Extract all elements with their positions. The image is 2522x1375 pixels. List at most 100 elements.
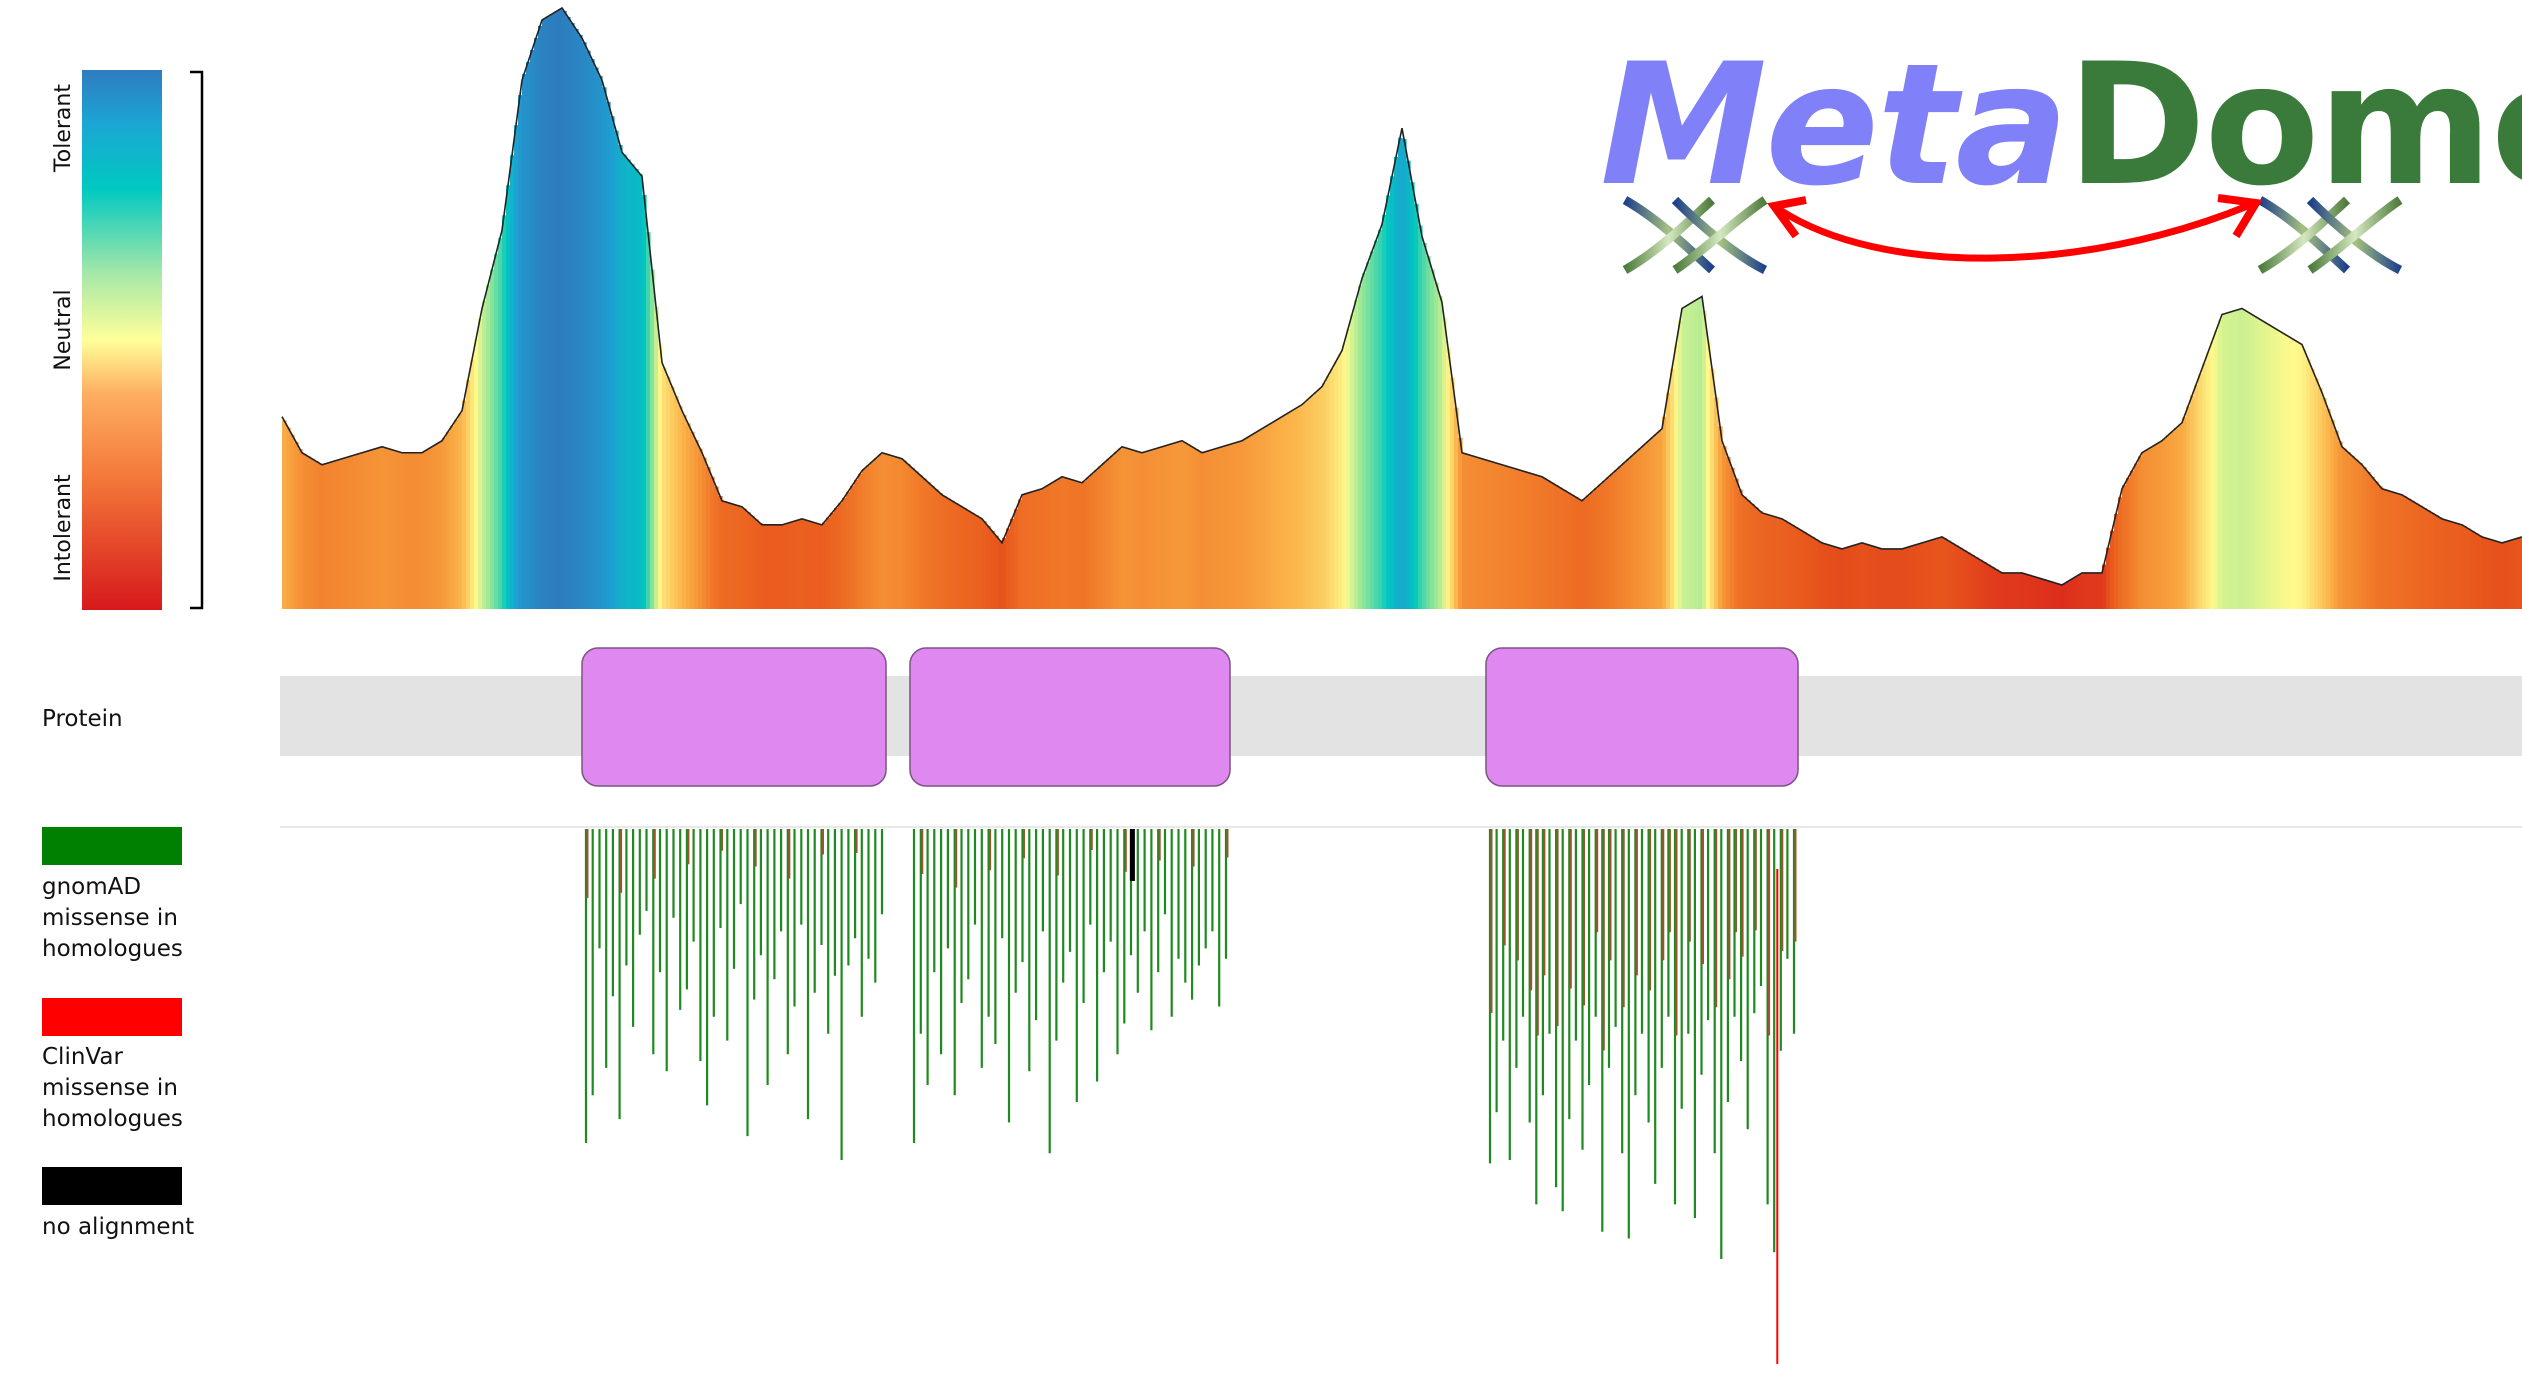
tolerance-strip	[1010, 518, 1015, 609]
tolerance-strip	[702, 457, 707, 609]
protein-domain-3[interactable]	[1485, 647, 1799, 787]
tolerance-strip	[1186, 444, 1191, 609]
tolerance-strip	[2130, 470, 2135, 609]
tolerance-strip	[1686, 304, 1691, 609]
tolerance-strip	[486, 285, 491, 609]
tolerance-strip	[514, 125, 519, 609]
tolerance-strip	[2170, 431, 2175, 609]
tolerance-strip	[2250, 314, 2255, 609]
protein-domain-1[interactable]	[581, 647, 887, 787]
tolerance-strip	[2074, 576, 2079, 609]
tolerance-strip	[2166, 435, 2171, 609]
tolerance-strip	[1242, 439, 1247, 609]
tolerance-strip	[1730, 467, 1735, 609]
tolerance-strip	[2210, 341, 2215, 609]
legend-gnomad-line3: homologues	[42, 936, 183, 962]
tolerance-strip	[1290, 410, 1295, 609]
tolerance-strip	[2406, 498, 2411, 609]
tolerance-strip	[1754, 507, 1759, 609]
legend-noalign-line1: no alignment	[42, 1214, 195, 1240]
tolerance-strip	[758, 523, 763, 609]
tolerance-strip	[794, 520, 799, 609]
tolerance-strip	[422, 451, 427, 609]
tolerance-strip	[1702, 310, 1707, 609]
tolerance-strip	[2214, 330, 2219, 609]
tolerance-strip	[1602, 480, 1607, 609]
tolerance-strip	[654, 306, 659, 609]
tolerance-strip	[906, 464, 911, 609]
tolerance-strip	[1922, 542, 1927, 609]
tolerance-strip	[458, 413, 463, 609]
tolerance-strip	[1510, 467, 1515, 609]
tolerance-strip	[1894, 548, 1899, 609]
legend-clinvar-line2: missense in	[42, 1075, 178, 1101]
tolerance-strip	[1818, 541, 1823, 609]
tolerance-strip	[2354, 459, 2359, 609]
tolerance-strip	[2394, 493, 2399, 609]
tolerance-strip	[2334, 430, 2339, 609]
tolerance-strip	[682, 414, 687, 609]
tolerance-strip	[1634, 452, 1639, 609]
protein-domain-2[interactable]	[909, 647, 1231, 787]
tolerance-strip	[2518, 537, 2522, 609]
tolerance-strip	[814, 523, 819, 609]
tolerance-strip	[1410, 182, 1415, 610]
tolerance-strip	[362, 452, 367, 609]
tolerance-strip	[2158, 441, 2163, 609]
tolerance-strip	[1638, 448, 1643, 609]
tolerance-strip	[2190, 395, 2195, 609]
tolerance-strip	[1270, 422, 1275, 609]
tolerance-strip	[2414, 503, 2419, 609]
tolerance-strip	[1850, 545, 1855, 609]
tolerance-strip	[2262, 321, 2267, 609]
tolerance-strip	[714, 486, 719, 609]
tolerance-strip	[318, 463, 323, 609]
tolerance-strip	[730, 503, 735, 609]
tolerance-strip	[1742, 496, 1747, 609]
tolerance-strip	[1050, 482, 1055, 609]
tolerance-strip	[546, 16, 551, 610]
tolerance-strip	[562, 11, 567, 609]
tolerance-strip	[570, 23, 575, 609]
tolerance-strip	[1414, 203, 1419, 609]
tolerance-strip	[1950, 542, 1955, 609]
tolerance-strip	[410, 452, 415, 609]
tolerance-strip	[286, 427, 291, 609]
logo-dome-text: Dome	[2066, 27, 2522, 223]
tolerance-strip	[1262, 427, 1267, 609]
tolerance-strip	[662, 367, 667, 609]
tolerance-strip	[1810, 536, 1815, 609]
tolerance-strip	[2310, 368, 2315, 609]
tolerance-strip	[1014, 509, 1019, 609]
tolerance-strip	[478, 318, 483, 609]
tolerance-strip	[918, 474, 923, 609]
tolerance-strip	[1122, 447, 1127, 609]
colorbar-label-tolerant: Tolerant	[51, 84, 76, 172]
tolerance-strip	[1274, 420, 1279, 609]
tolerance-strip	[958, 505, 963, 609]
tolerance-strip	[894, 456, 899, 609]
tolerance-strip	[2134, 463, 2139, 609]
tolerance-strip	[2046, 580, 2051, 609]
tolerance-strip	[630, 164, 635, 609]
tolerance-strip	[342, 458, 347, 609]
tolerance-strip	[2094, 572, 2099, 609]
tolerance-strip	[2482, 537, 2487, 609]
tolerance-strip	[1662, 416, 1667, 609]
tolerance-strip	[2302, 349, 2307, 609]
tolerance-strip	[2182, 417, 2187, 609]
tolerance-strip	[1586, 495, 1591, 609]
tolerance-strip	[1490, 461, 1495, 609]
tolerance-strip	[1610, 473, 1615, 609]
tolerance-strip	[1086, 477, 1091, 609]
tolerance-strip	[450, 425, 455, 609]
legend-swatch-noalign	[42, 1167, 182, 1205]
tolerance-strip	[382, 447, 387, 609]
tolerance-strip	[1886, 548, 1891, 609]
tolerance-strip	[734, 505, 739, 609]
tolerance-strip	[1382, 214, 1387, 610]
tolerance-strip	[1926, 541, 1931, 609]
tolerance-strip	[1406, 160, 1411, 609]
tolerance-strip	[646, 232, 651, 610]
tolerance-strip	[2314, 378, 2319, 609]
